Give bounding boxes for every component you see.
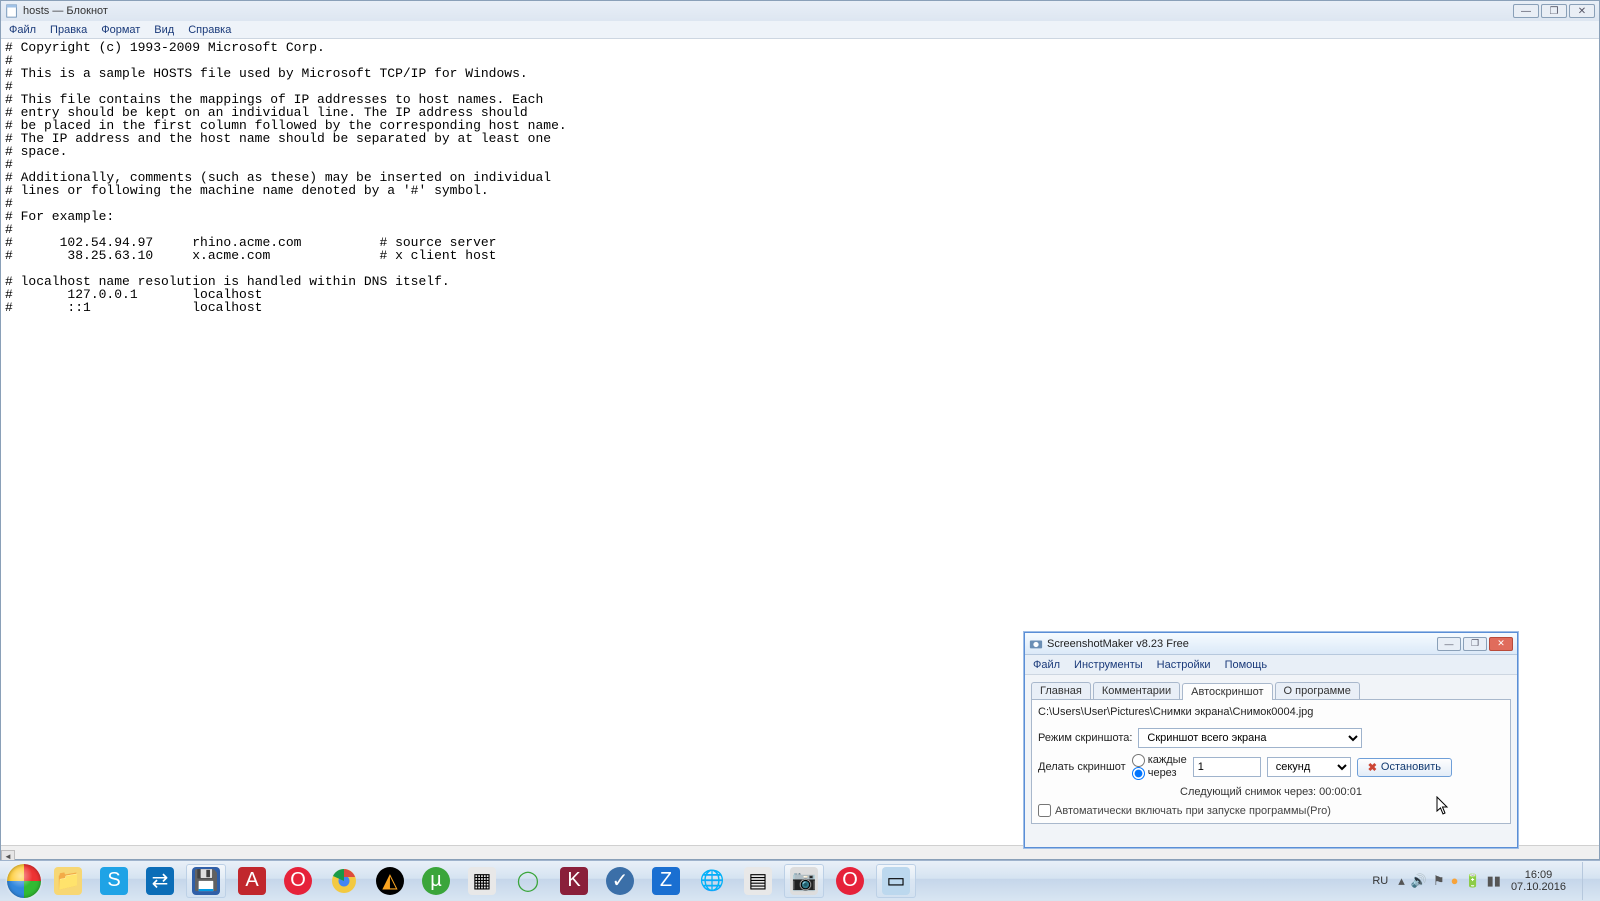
taskbar-zona[interactable]: Z: [646, 864, 686, 898]
taskbar-skype[interactable]: S: [94, 864, 134, 898]
next-shot-label: Следующий снимок через: 00:00:01: [1038, 786, 1504, 798]
tray-language[interactable]: RU: [1372, 875, 1388, 887]
tray-show-hidden-icon[interactable]: ▴: [1398, 873, 1405, 889]
taskbar-chrome[interactable]: [324, 864, 364, 898]
mode-label: Режим скриншота:: [1038, 732, 1132, 744]
close-icon: ✖: [1368, 761, 1377, 774]
taskbar-window-list[interactable]: ▤: [738, 864, 778, 898]
system-tray: RU ▴ 🔊 ⚑ ● 🔋 ▮▮ 16:09 07.10.2016: [1372, 862, 1596, 900]
tray-power-icon[interactable]: 🔋: [1464, 873, 1480, 889]
dlg-close-button[interactable]: ✕: [1489, 637, 1513, 651]
taskbar-opera[interactable]: O: [278, 864, 318, 898]
tray-network-icon[interactable]: ▮▮: [1487, 873, 1501, 889]
menu-file[interactable]: Файл: [9, 24, 36, 36]
menu-edit[interactable]: Правка: [50, 24, 87, 36]
taskbar-notepad[interactable]: 💾: [186, 864, 226, 898]
taskbar-explorer[interactable]: 📁: [48, 864, 88, 898]
tab-comments[interactable]: Комментарии: [1093, 682, 1180, 699]
taskbar-vkontakte[interactable]: ✓: [600, 864, 640, 898]
taskbar-calendar[interactable]: ▦: [462, 864, 502, 898]
dlg-maximize-button[interactable]: ❐: [1463, 637, 1487, 651]
dlg-tabs: Главная Комментарии Автоскриншот О прогр…: [1025, 677, 1517, 699]
dlg-menu-help[interactable]: Помощь: [1225, 659, 1268, 671]
close-button[interactable]: ✕: [1569, 4, 1595, 18]
output-path: C:\Users\User\Pictures\Снимки экрана\Сни…: [1038, 706, 1504, 722]
dlg-title: ScreenshotMaker v8.23 Free: [1047, 638, 1189, 650]
stop-button[interactable]: ✖Остановить: [1357, 758, 1452, 777]
taskbar-screenshotmaker[interactable]: 📷: [784, 864, 824, 898]
taskbar-adobe-reader[interactable]: A: [232, 864, 272, 898]
radio-every-input[interactable]: [1132, 754, 1145, 767]
tray-clock[interactable]: 16:09 07.10.2016: [1511, 869, 1566, 893]
taskbar-globe[interactable]: 🌐: [692, 864, 732, 898]
dlg-menu-file[interactable]: Файл: [1033, 659, 1060, 671]
taskbar-teamviewer[interactable]: ⇄: [140, 864, 180, 898]
menu-view[interactable]: Вид: [154, 24, 174, 36]
taskbar-items: 📁 S ⇄ 💾 A O ◭ µ ▦ ◯ K ✓ Z 🌐 ▤ 📷 O ▭: [48, 864, 916, 898]
interval-input[interactable]: [1193, 757, 1261, 777]
dlg-menubar: Файл Инструменты Настройки Помощь: [1025, 655, 1517, 675]
dlg-menu-tools[interactable]: Инструменты: [1074, 659, 1143, 671]
tray-time: 16:09: [1511, 869, 1566, 881]
mode-select[interactable]: Скриншот всего экрана: [1138, 728, 1362, 748]
taskbar-utorrent[interactable]: µ: [416, 864, 456, 898]
taskbar-opera2[interactable]: O: [830, 864, 870, 898]
radio-every[interactable]: каждые: [1132, 754, 1187, 767]
dlg-menu-settings[interactable]: Настройки: [1157, 659, 1211, 671]
start-button[interactable]: [4, 861, 44, 901]
notepad-content[interactable]: # Copyright (c) 1993-2009 Microsoft Corp…: [5, 41, 1595, 314]
tray-date: 07.10.2016: [1511, 881, 1566, 893]
show-desktop-button[interactable]: [1582, 862, 1592, 900]
dlg-titlebar[interactable]: ScreenshotMaker v8.23 Free — ❐ ✕: [1025, 633, 1517, 655]
camera-icon: [1029, 637, 1043, 651]
tray-sync-icon[interactable]: ●: [1451, 873, 1459, 888]
radio-after[interactable]: через: [1132, 767, 1187, 780]
menu-help[interactable]: Справка: [188, 24, 231, 36]
taskbar-green-app[interactable]: ◯: [508, 864, 548, 898]
tab-autoscreenshot[interactable]: Автоскриншот: [1182, 683, 1272, 700]
taskbar-aimp[interactable]: ◭: [370, 864, 410, 898]
make-label: Делать скриншот: [1038, 761, 1126, 773]
dlg-minimize-button[interactable]: —: [1437, 637, 1461, 651]
autorun-checkbox[interactable]: Автоматически включать при запуске прогр…: [1038, 804, 1504, 817]
tab-about[interactable]: О программе: [1275, 682, 1360, 699]
menu-format[interactable]: Формат: [101, 24, 140, 36]
taskbar: 📁 S ⇄ 💾 A O ◭ µ ▦ ◯ K ✓ Z 🌐 ▤ 📷 O ▭ RU ▴…: [0, 860, 1600, 900]
maximize-button[interactable]: ❐: [1541, 4, 1567, 18]
taskbar-k-app[interactable]: K: [554, 864, 594, 898]
windows-orb-icon: [7, 864, 41, 898]
taskbar-explorer-window[interactable]: ▭: [876, 864, 916, 898]
tab-main[interactable]: Главная: [1031, 682, 1091, 699]
notepad-titlebar[interactable]: hosts — Блокнот — ❐ ✕: [1, 1, 1599, 21]
tray-flag-icon[interactable]: ⚑: [1433, 873, 1445, 889]
notepad-icon: [5, 4, 19, 18]
notepad-menubar: Файл Правка Формат Вид Справка: [1, 21, 1599, 39]
screenshotmaker-window: ScreenshotMaker v8.23 Free — ❐ ✕ Файл Ин…: [1024, 632, 1518, 848]
tray-volume-icon[interactable]: 🔊: [1411, 873, 1427, 889]
notepad-title: hosts — Блокнот: [23, 5, 108, 17]
minimize-button[interactable]: —: [1513, 4, 1539, 18]
radio-after-input[interactable]: [1132, 767, 1145, 780]
unit-select[interactable]: секунд: [1267, 757, 1351, 777]
autorun-input[interactable]: [1038, 804, 1051, 817]
dlg-panel: C:\Users\User\Pictures\Снимки экрана\Сни…: [1031, 699, 1511, 824]
